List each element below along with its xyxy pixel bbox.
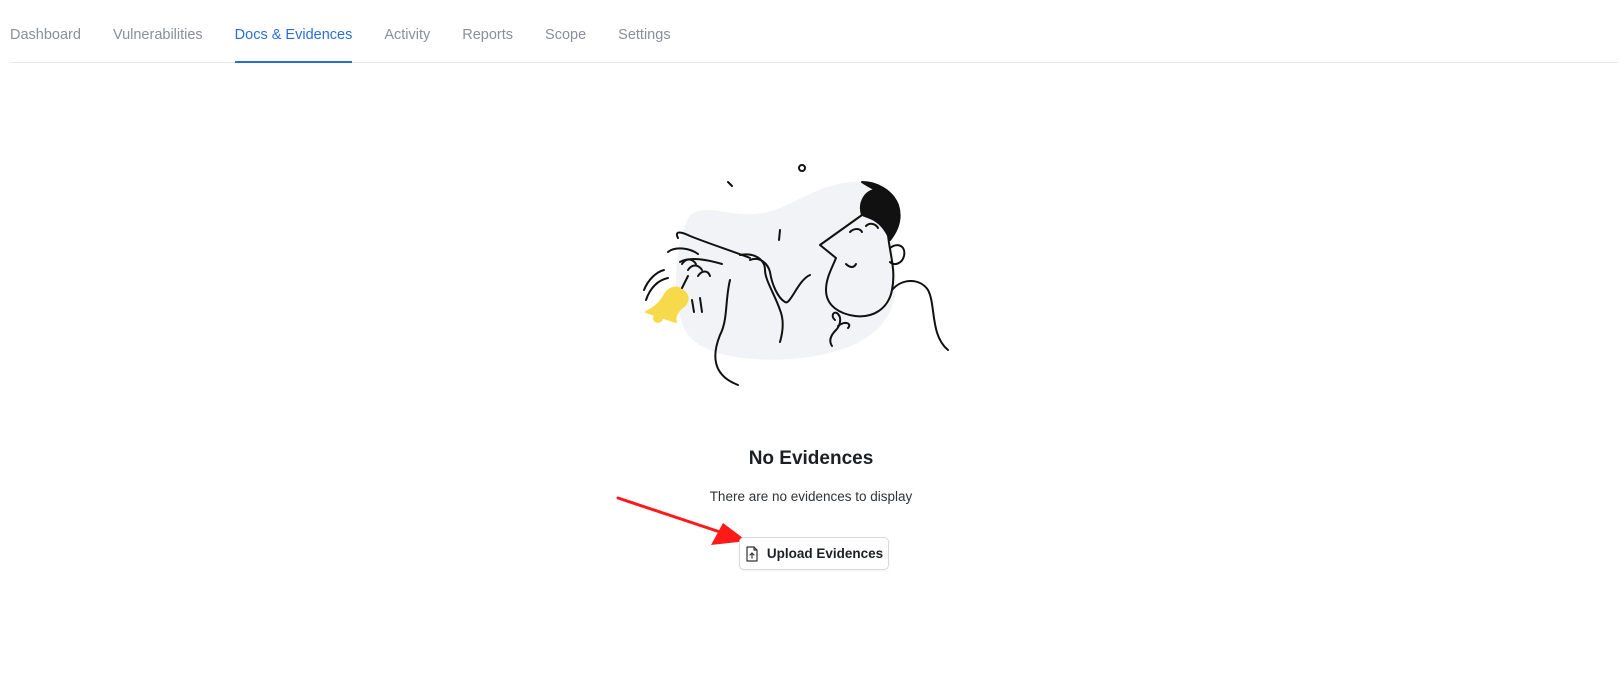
tab-reports[interactable]: Reports	[462, 0, 513, 63]
file-upload-icon	[745, 545, 759, 562]
upload-evidences-button[interactable]: Upload Evidences	[739, 537, 889, 570]
tab-scope[interactable]: Scope	[545, 0, 586, 63]
upload-evidences-label: Upload Evidences	[766, 546, 884, 561]
person-ringing-bell-illustration	[643, 164, 949, 386]
red-arrow-pointer	[616, 496, 747, 545]
empty-state-title: No Evidences	[748, 448, 874, 469]
tab-vulnerabilities[interactable]: Vulnerabilities	[113, 0, 203, 63]
tab-docs-evidences[interactable]: Docs & Evidences	[234, 0, 353, 63]
tab-activity[interactable]: Activity	[384, 0, 430, 63]
tab-dashboard[interactable]: Dashboard	[10, 0, 81, 63]
tab-settings[interactable]: Settings	[618, 0, 670, 63]
empty-state-description: There are no evidences to display	[709, 489, 913, 504]
page: Dashboard Vulnerabilities Docs & Evidenc…	[0, 0, 1622, 695]
tab-bar: Dashboard Vulnerabilities Docs & Evidenc…	[10, 0, 1618, 63]
